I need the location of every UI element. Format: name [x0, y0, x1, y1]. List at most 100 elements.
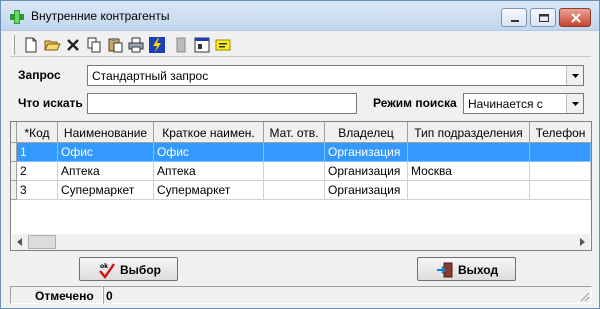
cell-text: Аптека — [61, 164, 100, 178]
search-mode-select[interactable]: Начинается с — [463, 93, 584, 114]
info-icon[interactable] — [172, 36, 190, 54]
scrollbar-thumb[interactable] — [28, 235, 56, 249]
table-cell[interactable] — [530, 143, 591, 162]
cell-text: Организация — [328, 164, 401, 178]
open-folder-icon[interactable] — [43, 36, 61, 54]
cell-text: Супермаркет — [157, 183, 231, 197]
copy-icon[interactable] — [85, 36, 103, 54]
marked-count: 0 — [106, 289, 113, 303]
column-header-name[interactable]: Наименование — [58, 122, 154, 143]
exit-button-label: Выход — [458, 263, 499, 277]
table-cell[interactable] — [408, 143, 530, 162]
close-button[interactable] — [559, 8, 591, 27]
column-header-unit-type[interactable]: Тип подразделения — [408, 122, 530, 143]
column-header-label: Мат. отв. — [269, 126, 319, 140]
column-header-owner[interactable]: Владелец — [325, 122, 408, 143]
cell-text: 2 — [20, 164, 27, 178]
print-icon[interactable] — [127, 36, 145, 54]
column-header-responsible[interactable]: Мат. отв. — [264, 122, 325, 143]
main-window: Внутренние контрагенты Запрос Стандартны… — [0, 0, 600, 309]
status-cell: 0 — [103, 286, 592, 304]
contractors-table[interactable]: *Код Наименование Краткое наимен. Мат. о… — [10, 121, 592, 251]
status-bar: Отмечено 0 — [10, 286, 592, 304]
window-title: Внутренние контрагенты — [31, 9, 170, 23]
query-label: Запрос — [18, 68, 61, 82]
table-cell[interactable]: 1 — [17, 143, 58, 162]
query-value: Стандартный запрос — [92, 69, 209, 83]
marked-label: Отмечено — [35, 289, 94, 303]
table-cell[interactable] — [530, 181, 591, 200]
lightning-icon[interactable] — [148, 36, 166, 54]
delete-icon[interactable] — [64, 36, 82, 54]
table-cell[interactable]: Аптека — [58, 162, 154, 181]
app-icon — [10, 10, 24, 24]
new-document-icon[interactable] — [22, 36, 40, 54]
paste-icon[interactable] — [106, 36, 124, 54]
scroll-left-icon[interactable] — [12, 234, 28, 250]
cell-text: Офис — [61, 145, 93, 159]
toolbar-grip[interactable] — [12, 35, 15, 55]
chevron-down-icon — [572, 74, 579, 78]
cell-text: 3 — [20, 183, 27, 197]
select-button[interactable]: ok Выбор — [79, 257, 178, 281]
minimize-icon — [511, 20, 519, 22]
horizontal-scrollbar[interactable] — [12, 234, 590, 250]
table-cell[interactable] — [264, 162, 325, 181]
select-button-label: Выбор — [120, 263, 161, 277]
close-icon — [571, 13, 581, 23]
column-header-code[interactable]: *Код — [17, 122, 58, 143]
table-cell[interactable]: Аптека — [154, 162, 264, 181]
column-header-label: Тип подразделения — [414, 126, 523, 140]
svg-text:ok: ok — [100, 263, 109, 270]
column-header-phone[interactable]: Телефон — [530, 122, 591, 143]
maximize-button[interactable] — [530, 8, 556, 27]
column-header-label: Краткое наимен. — [162, 126, 255, 140]
column-header-label: Телефон — [535, 126, 586, 140]
window-icon[interactable] — [193, 36, 211, 54]
note-icon[interactable] — [214, 36, 232, 54]
search-mode-label: Режим поиска — [373, 96, 457, 110]
cell-text: Супермаркет — [61, 183, 135, 197]
cell-text: Аптека — [157, 164, 196, 178]
column-header-label: *Код — [24, 126, 50, 140]
table-cell[interactable]: Супермаркет — [154, 181, 264, 200]
table-cell[interactable]: 3 — [17, 181, 58, 200]
table-cell[interactable]: 2 — [17, 162, 58, 181]
table-cell[interactable]: Организация — [325, 181, 408, 200]
table-cell[interactable]: Москва — [408, 162, 530, 181]
table-cell[interactable] — [264, 143, 325, 162]
query-select[interactable]: Стандартный запрос — [87, 65, 584, 86]
search-mode-value: Начинается с — [468, 97, 543, 111]
toolbar — [10, 33, 591, 57]
maximize-icon — [539, 14, 549, 22]
chevron-down-icon — [572, 102, 579, 106]
table-cell[interactable]: Организация — [325, 143, 408, 162]
column-header-label: Владелец — [338, 126, 394, 140]
title-bar[interactable]: Внутренние контрагенты — [1, 1, 599, 31]
search-input[interactable] — [87, 93, 357, 114]
table-cell[interactable] — [408, 181, 530, 200]
exit-door-icon — [437, 262, 453, 278]
table-cell[interactable]: Супермаркет — [58, 181, 154, 200]
cell-text: Организация — [328, 145, 401, 159]
resize-grip-icon[interactable] — [578, 290, 590, 302]
table-cell[interactable]: Офис — [154, 143, 264, 162]
column-header-label: Наименование — [63, 126, 148, 140]
cell-text: Москва — [411, 164, 452, 178]
table-cell[interactable] — [264, 181, 325, 200]
exit-button[interactable]: Выход — [417, 257, 516, 281]
cell-text: Организация — [328, 183, 401, 197]
cell-text: Офис — [157, 145, 189, 159]
table-cell[interactable] — [530, 162, 591, 181]
minimize-button[interactable] — [501, 8, 527, 27]
table-cell[interactable]: Офис — [58, 143, 154, 162]
cell-text: 1 — [20, 145, 27, 159]
query-dropdown-button[interactable] — [566, 66, 583, 85]
search-label: Что искать — [18, 96, 83, 110]
status-cell: Отмечено — [10, 286, 103, 304]
ok-check-icon: ok — [99, 263, 115, 279]
column-header-short-name[interactable]: Краткое наимен. — [154, 122, 264, 143]
table-cell[interactable]: Организация — [325, 162, 408, 181]
search-mode-dropdown-button[interactable] — [566, 94, 583, 113]
scroll-right-icon[interactable] — [574, 234, 590, 250]
